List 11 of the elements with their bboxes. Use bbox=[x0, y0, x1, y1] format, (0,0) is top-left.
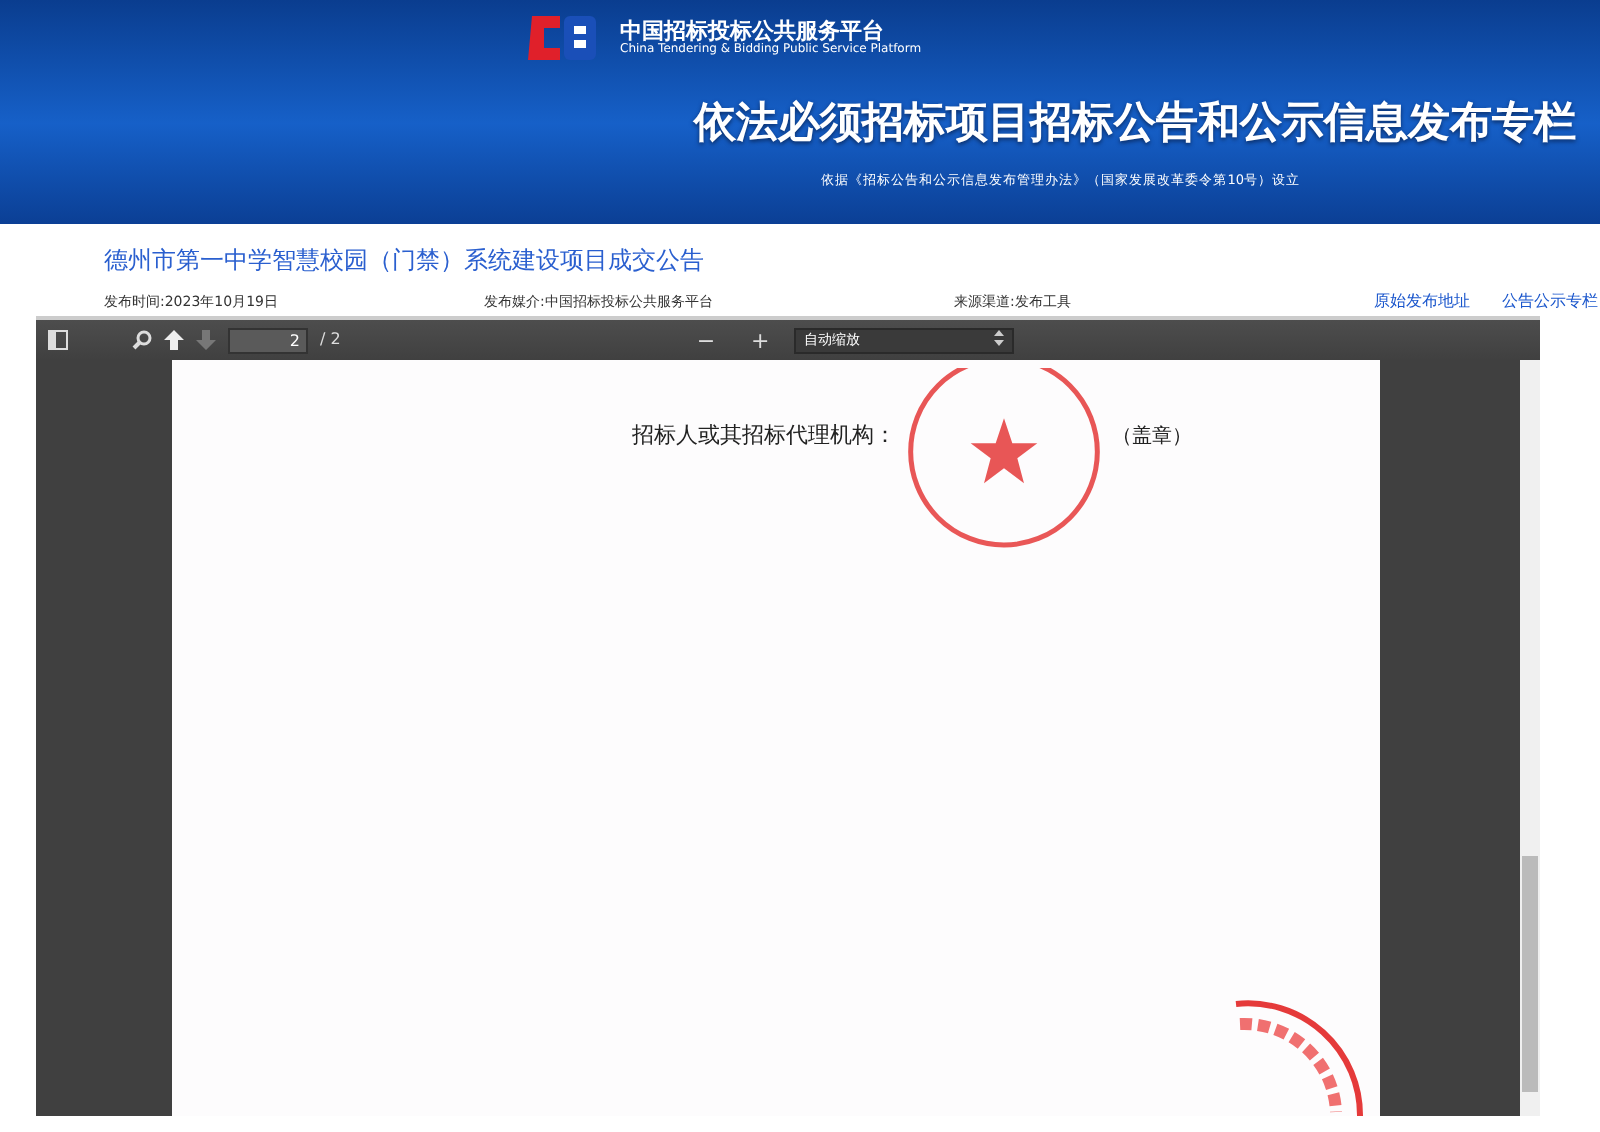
banner-title: 依法必须招标项目招标公告和公示信息发布专栏 bbox=[691, 96, 1578, 150]
signature-label: 招标人或其招标代理机构： bbox=[632, 420, 896, 452]
seal-note: （盖章） bbox=[1112, 423, 1192, 452]
page-number-field[interactable]: 2 bbox=[228, 327, 308, 353]
notice-link[interactable]: 原始发布地址 bbox=[1374, 290, 1470, 314]
notice-title: 德州市第一中学智慧校园（门禁）系统建设项目成交公告 bbox=[104, 246, 704, 274]
page-count: / 2 bbox=[320, 328, 341, 352]
notice-link[interactable]: 公告公示专栏 bbox=[1502, 290, 1598, 314]
platform-name: 中国招标投标公共服务平台 bbox=[620, 18, 884, 45]
zoom-in-button[interactable]: + bbox=[739, 329, 782, 351]
zoom-out-button[interactable]: − bbox=[684, 329, 728, 351]
